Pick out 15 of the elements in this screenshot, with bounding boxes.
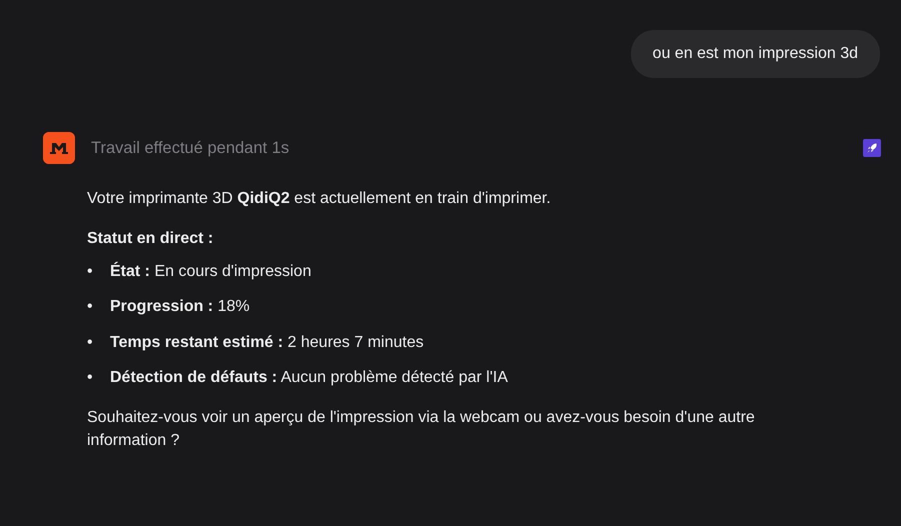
status-text: Travail effectué pendant 1s	[91, 138, 290, 159]
bullet: •	[87, 262, 94, 282]
status-item: Détection de défauts : Aucun problème détecté par l'IA	[110, 368, 508, 388]
status-item: Temps restant estimé : 2 heures 7 minutes	[110, 332, 424, 353]
status-item: Progression : 18%	[110, 297, 250, 318]
user-message: ou en est mon impression 3d	[630, 30, 880, 78]
bullet: •	[87, 368, 94, 388]
closing-paragraph: Souhaitez-vous voir un aperçu de l'impression via la webcam ou avez-vous besoin d'une autre information ?	[87, 408, 756, 451]
intro-paragraph: Votre imprimante 3D QidiQ2 est actuellement en train d'imprimer.	[87, 189, 552, 209]
logo-icon	[43, 132, 75, 164]
rocket-icon[interactable]	[863, 139, 881, 157]
bullet: •	[87, 332, 94, 353]
section-heading: Statut en direct :	[87, 229, 214, 250]
status-item: État : En cours d'impression	[110, 260, 312, 282]
bullet: •	[87, 297, 94, 318]
